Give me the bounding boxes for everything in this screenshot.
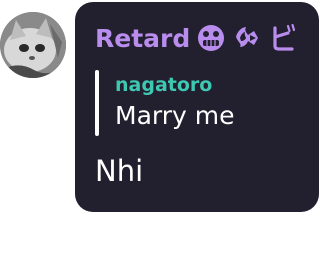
- message-text: Nhi: [95, 154, 144, 188]
- author-row: Retard: [95, 20, 298, 56]
- reply-quote[interactable]: nagatoro Marry me: [95, 70, 305, 136]
- author-name[interactable]: Retard: [95, 24, 190, 53]
- fire-arrow-emoji: [236, 27, 259, 47]
- grimace-face-emoji: [198, 25, 225, 51]
- reply-bar: [95, 70, 99, 136]
- reply-text: Marry me: [115, 101, 235, 130]
- reply-author-name: nagatoro: [115, 74, 213, 96]
- katakana-bi-emoji: [273, 23, 296, 51]
- message-bubble: Retard nagatoro Marry me Nhi: [75, 2, 319, 212]
- chat-message: Retard nagatoro Marry me Nhi: [0, 0, 320, 258]
- avatar[interactable]: [0, 12, 66, 78]
- cat-avatar-image: [0, 12, 66, 78]
